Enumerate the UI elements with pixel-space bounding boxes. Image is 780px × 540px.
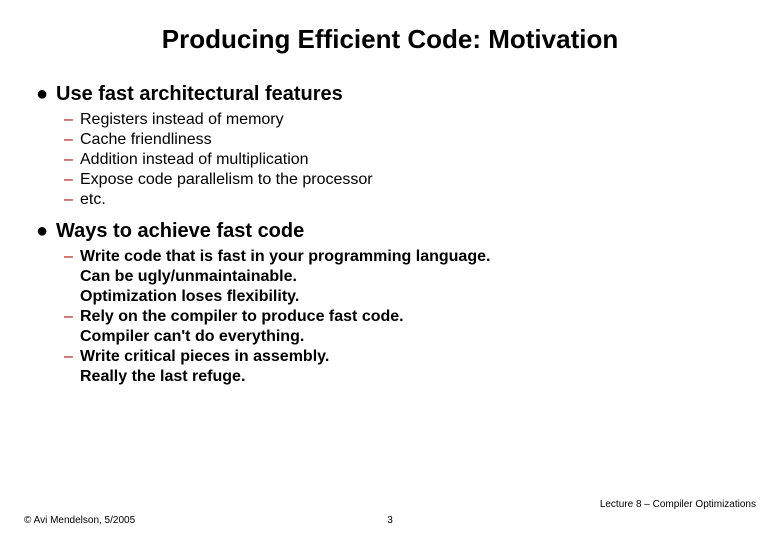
slide: Producing Efficient Code: Motivation ● U… xyxy=(0,0,780,540)
footer-page-number: 3 xyxy=(387,515,393,526)
sub-item: –Write code that is fast in your program… xyxy=(64,247,744,267)
sub-item: –Cache friendliness xyxy=(64,130,744,150)
sub-text: Registers instead of memory xyxy=(80,110,284,130)
bullet-list: ● Use fast architectural features –Regis… xyxy=(36,83,744,387)
bullet-marker: ● xyxy=(36,83,56,106)
sub-text: etc. xyxy=(80,190,106,210)
sub-item: –Write critical pieces in assembly. xyxy=(64,347,744,367)
sub-item: –Rely on the compiler to produce fast co… xyxy=(64,307,744,327)
bullet-1-text: Use fast architectural features xyxy=(56,83,343,106)
dash-icon: – xyxy=(64,170,80,190)
dash-icon: – xyxy=(64,347,80,367)
sub-text: Write code that is fast in your programm… xyxy=(80,247,490,267)
sub-continuation: Compiler can't do everything. xyxy=(80,327,744,347)
footer-copyright: © Avi Mendelson, 5/2005 xyxy=(24,515,135,526)
sub-item: –Addition instead of multiplication xyxy=(64,150,744,170)
sub-text: Expose code parallelism to the processor xyxy=(80,170,373,190)
sub-text: Cache friendliness xyxy=(80,130,212,150)
dash-icon: – xyxy=(64,150,80,170)
bullet-1-sublist: –Registers instead of memory –Cache frie… xyxy=(64,110,744,210)
bullet-2: ● Ways to achieve fast code xyxy=(36,220,744,243)
sub-text: Rely on the compiler to produce fast cod… xyxy=(80,307,404,327)
dash-icon: – xyxy=(64,247,80,267)
bullet-1: ● Use fast architectural features xyxy=(36,83,744,106)
dash-icon: – xyxy=(64,307,80,327)
sub-text: Addition instead of multiplication xyxy=(80,150,309,170)
bullet-marker: ● xyxy=(36,220,56,243)
slide-title: Producing Efficient Code: Motivation xyxy=(36,24,744,55)
sub-continuation: Optimization loses flexibility. xyxy=(80,287,744,307)
sub-item: –Registers instead of memory xyxy=(64,110,744,130)
sub-continuation: Really the last refuge. xyxy=(80,367,744,387)
sub-continuation: Can be ugly/unmaintainable. xyxy=(80,267,744,287)
sub-item: –Expose code parallelism to the processo… xyxy=(64,170,744,190)
sub-item: –etc. xyxy=(64,190,744,210)
dash-icon: – xyxy=(64,110,80,130)
bullet-2-sublist: –Write code that is fast in your program… xyxy=(64,247,744,387)
dash-icon: – xyxy=(64,130,80,150)
footer-lecture: Lecture 8 – Compiler Optimizations xyxy=(600,499,756,510)
bullet-2-text: Ways to achieve fast code xyxy=(56,220,304,243)
dash-icon: – xyxy=(64,190,80,210)
sub-text: Write critical pieces in assembly. xyxy=(80,347,329,367)
